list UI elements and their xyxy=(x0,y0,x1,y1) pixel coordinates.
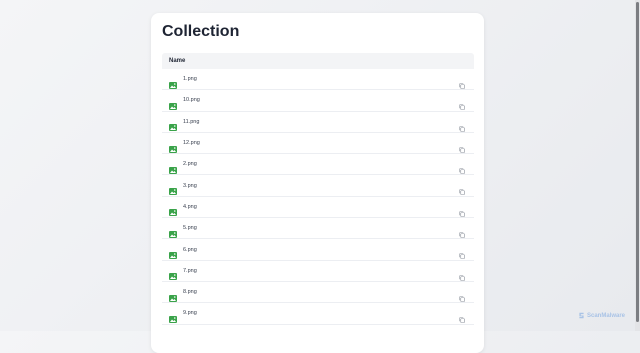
image-file-icon xyxy=(169,161,177,174)
copy-icon[interactable] xyxy=(459,140,465,153)
table-row[interactable]: 5.png xyxy=(162,218,474,240)
image-file-icon xyxy=(169,182,177,196)
copy-icon[interactable] xyxy=(459,119,465,132)
collection-card: Collection Name 1.png 10.png 11.png 12.png 2… xyxy=(151,13,484,353)
file-name-link[interactable]: 5.png xyxy=(183,225,197,231)
scanmalware-logo-icon xyxy=(578,312,585,319)
file-name-link[interactable]: 3.png xyxy=(183,183,197,189)
table-row[interactable]: 12.png xyxy=(162,133,474,155)
file-name-link[interactable]: 2.png xyxy=(183,161,197,167)
image-file-icon xyxy=(169,118,177,132)
file-name-link[interactable]: 12.png xyxy=(183,140,200,146)
copy-icon[interactable] xyxy=(459,268,465,281)
image-file-icon xyxy=(169,203,177,217)
table-row[interactable]: 3.png xyxy=(162,175,474,197)
image-file-icon xyxy=(169,246,177,260)
table-row[interactable]: 6.png xyxy=(162,239,474,261)
file-name-link[interactable]: 7.png xyxy=(183,268,197,274)
table-row[interactable]: 9.png xyxy=(162,303,474,325)
file-name-link[interactable]: 1.png xyxy=(183,76,197,82)
table-row[interactable]: 1.png xyxy=(162,69,474,91)
page-title: Collection xyxy=(162,23,240,40)
watermark: ScanMalware xyxy=(578,312,625,319)
table-row[interactable]: 4.png xyxy=(162,197,474,219)
watermark-text: ScanMalware xyxy=(587,312,626,319)
scrollbar-thumb[interactable] xyxy=(636,2,639,322)
copy-icon[interactable] xyxy=(459,225,465,238)
copy-icon[interactable] xyxy=(459,246,465,260)
image-file-icon xyxy=(169,310,177,323)
table-row[interactable]: 10.png xyxy=(162,90,474,112)
table-body: 1.png 10.png 11.png 12.png 2.png 3.png 4.png 5.… xyxy=(162,69,474,325)
copy-icon[interactable] xyxy=(459,161,465,174)
file-name-link[interactable]: 11.png xyxy=(183,119,199,125)
copy-icon[interactable] xyxy=(459,76,465,89)
copy-icon[interactable] xyxy=(459,204,465,217)
image-file-icon xyxy=(169,140,177,153)
table-row[interactable]: 7.png xyxy=(162,261,474,282)
image-file-icon xyxy=(169,97,177,110)
scrollbar[interactable] xyxy=(635,0,640,331)
table-row[interactable]: 2.png xyxy=(162,154,474,176)
copy-icon[interactable] xyxy=(459,182,465,196)
file-name-link[interactable]: 10.png xyxy=(183,97,200,103)
table-header: Name xyxy=(162,53,474,69)
copy-icon[interactable] xyxy=(459,97,465,111)
file-name-link[interactable]: 6.png xyxy=(183,247,197,253)
table-row[interactable]: 11.png xyxy=(162,112,474,133)
file-name-link[interactable]: 4.png xyxy=(183,204,197,210)
table-row[interactable]: 8.png xyxy=(162,282,474,304)
name-column-header: Name xyxy=(169,58,186,64)
file-table: Name 1.png 10.png 11.png 12.png 2.png 3.png 4.… xyxy=(162,53,474,325)
image-file-icon xyxy=(169,225,177,238)
image-file-icon xyxy=(169,267,177,281)
copy-icon[interactable] xyxy=(459,289,465,302)
file-name-link[interactable]: 8.png xyxy=(183,289,197,295)
copy-icon[interactable] xyxy=(459,310,465,324)
image-file-icon xyxy=(169,76,177,89)
file-name-link[interactable]: 9.png xyxy=(183,310,197,316)
image-file-icon xyxy=(169,289,177,302)
